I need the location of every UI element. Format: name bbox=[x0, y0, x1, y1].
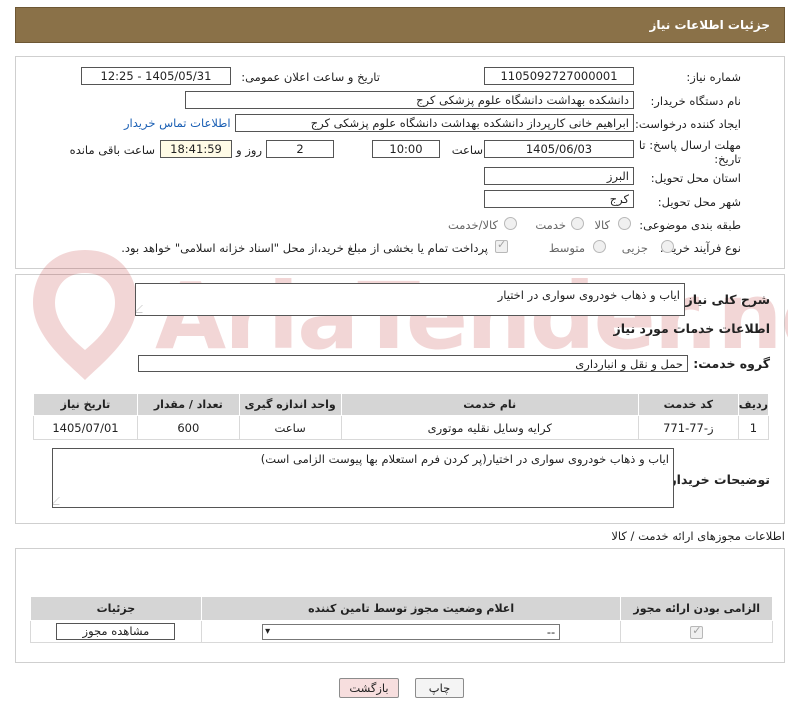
col-name: نام خدمت bbox=[340, 393, 639, 416]
buyer-notes-textarea[interactable]: ایاب و ذهاب خودروی سواری در اختیار(پر کر… bbox=[52, 448, 674, 508]
deadline-label-line2: تاریخ: bbox=[714, 152, 741, 166]
time-remaining-label: ساعت باقی مانده bbox=[69, 143, 155, 157]
cell-qty: 600 bbox=[136, 415, 240, 440]
buyer-org-field[interactable]: دانشکده بهداشت دانشگاه علوم پزشکی کرج bbox=[185, 91, 634, 109]
cell-permit-details: مشاهده مجوز bbox=[30, 620, 202, 643]
requester-label: ایجاد کننده درخواست: bbox=[635, 117, 741, 131]
table-row: -- ▾ مشاهده مجوز bbox=[30, 620, 773, 643]
services-section-title: اطلاعات خدمات مورد نیاز bbox=[613, 321, 771, 336]
time-remaining-field: 18:41:59 bbox=[160, 140, 232, 158]
treasury-payment-checkbox[interactable] bbox=[495, 238, 508, 253]
view-permit-button[interactable]: مشاهده مجوز bbox=[56, 623, 176, 640]
deadline-time-field[interactable]: 10:00 bbox=[372, 140, 440, 158]
permits-table: الزامی بودن ارائه مجوز اعلام وضعیت مجوز … bbox=[30, 596, 773, 643]
deadline-date-field[interactable]: 1405/06/03 bbox=[484, 140, 634, 158]
buyer-notes-label: توضیحات خریدار: bbox=[664, 472, 770, 487]
page-title: جزئیات اطلاعات نیاز bbox=[649, 18, 770, 32]
cell-name: کرایه وسایل نقلیه موتوری bbox=[340, 415, 639, 440]
resize-grip-icon[interactable] bbox=[136, 305, 150, 313]
col-code: کد خدمت bbox=[637, 393, 739, 416]
permit-required-checkbox[interactable] bbox=[690, 624, 704, 639]
col-qty: تعداد / مقدار bbox=[136, 393, 240, 416]
city-field[interactable]: کرج bbox=[484, 190, 634, 208]
process-radio-minor[interactable] bbox=[661, 240, 674, 253]
cell-code: ز-77-771 bbox=[637, 415, 739, 440]
services-table: ردیف کد خدمت نام خدمت واحد اندازه گیری ت… bbox=[33, 393, 770, 440]
permits-section-title: اطلاعات مجوزهای ارائه خدمت / کالا bbox=[611, 529, 785, 543]
info-panel bbox=[15, 56, 785, 269]
days-label: روز و bbox=[236, 143, 262, 157]
cell-permit-status: -- ▾ bbox=[200, 620, 622, 643]
province-label: استان محل تحویل: bbox=[650, 171, 741, 185]
back-button[interactable]: بازگشت bbox=[339, 678, 399, 698]
summary-text: ایاب و ذهاب خودروی سواری در اختیار bbox=[497, 288, 680, 302]
treasury-payment-note: پرداخت تمام یا بخشی از مبلغ خرید،از محل … bbox=[121, 241, 488, 255]
cell-date: 1405/07/01 bbox=[33, 415, 138, 440]
table-row: 1 ز-77-771 کرایه وسایل نقلیه موتوری ساعت… bbox=[33, 415, 770, 440]
col-unit: واحد اندازه گیری bbox=[238, 393, 342, 416]
category-option-goods-service: کالا/خدمت bbox=[447, 218, 498, 232]
cell-unit: ساعت bbox=[238, 415, 342, 440]
category-radio-goods[interactable] bbox=[618, 217, 631, 230]
announce-label: تاریخ و ساعت اعلان عمومی: bbox=[241, 70, 380, 84]
services-table-header: ردیف کد خدمت نام خدمت واحد اندازه گیری ت… bbox=[33, 393, 770, 416]
requester-field[interactable]: ابراهیم خانی کارپرداز دانشکده بهداشت دان… bbox=[235, 114, 634, 132]
days-remaining-field[interactable]: 2 bbox=[266, 140, 334, 158]
col-row: ردیف bbox=[737, 393, 770, 416]
service-group-field[interactable]: حمل و نقل و انبارداری bbox=[138, 355, 688, 372]
deadline-label-line1: مهلت ارسال پاسخ: تا bbox=[638, 138, 741, 152]
category-option-service: خدمت bbox=[535, 218, 566, 232]
process-option-medium: متوسط bbox=[548, 241, 585, 255]
chevron-down-icon: ▾ bbox=[265, 625, 271, 637]
summary-textarea[interactable]: ایاب و ذهاب خودروی سواری در اختیار bbox=[135, 283, 685, 316]
province-field[interactable]: البرز bbox=[484, 167, 634, 185]
category-radio-goods-service[interactable] bbox=[504, 217, 517, 230]
need-number-field[interactable]: 1105092727000001 bbox=[484, 67, 634, 85]
category-label: طبقه بندی موضوعی: bbox=[639, 218, 741, 232]
cell-row: 1 bbox=[737, 415, 770, 440]
need-number-label: شماره نیاز: bbox=[686, 70, 741, 84]
category-radio-service[interactable] bbox=[571, 217, 584, 230]
summary-label: شرح کلی نیاز: bbox=[680, 292, 770, 307]
permit-status-value: -- bbox=[546, 624, 556, 639]
page-header: جزئیات اطلاعات نیاز bbox=[15, 7, 785, 43]
col-permit-status: اعلام وضعیت مجوز توسط تامین کننده bbox=[200, 596, 622, 621]
category-option-goods: کالا bbox=[594, 218, 610, 232]
print-button[interactable]: چاپ bbox=[415, 678, 464, 698]
col-permit-required: الزامی بودن ارائه مجوز bbox=[620, 596, 773, 621]
city-label: شهر محل تحویل: bbox=[657, 195, 741, 209]
permits-table-header: الزامی بودن ارائه مجوز اعلام وضعیت مجوز … bbox=[30, 596, 773, 621]
buyer-org-label: نام دستگاه خریدار: bbox=[650, 94, 741, 108]
process-option-minor: جزیی bbox=[621, 241, 648, 255]
process-radio-medium[interactable] bbox=[593, 240, 606, 253]
service-group-label: گروه خدمت: bbox=[693, 356, 770, 371]
buyer-notes-text: ایاب و ذهاب خودروی سواری در اختیار(پر کر… bbox=[260, 452, 669, 466]
resize-grip-icon[interactable] bbox=[53, 497, 67, 505]
col-permit-details: جزئیات bbox=[30, 596, 202, 621]
deadline-time-label: ساعت bbox=[451, 143, 483, 157]
announce-field[interactable]: 1405/05/31 - 12:25 bbox=[81, 67, 231, 85]
col-date: تاریخ نیاز bbox=[33, 393, 138, 416]
cell-permit-required bbox=[620, 620, 773, 643]
permit-status-select[interactable]: -- ▾ bbox=[262, 623, 561, 640]
buyer-contact-link[interactable]: اطلاعات تماس خریدار bbox=[124, 116, 231, 130]
